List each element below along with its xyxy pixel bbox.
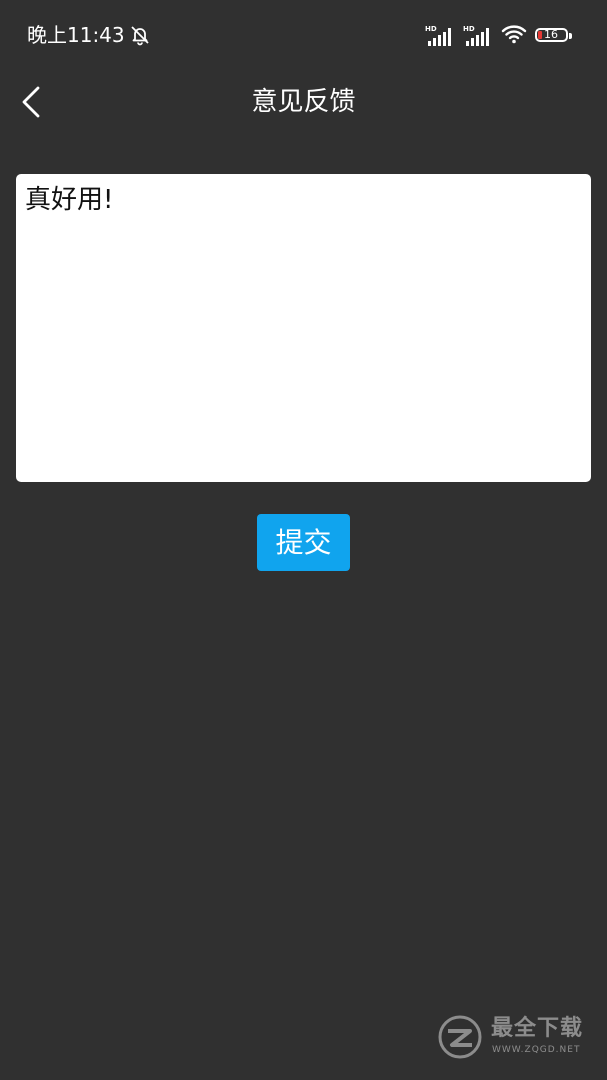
feedback-card [16,174,591,482]
page-title: 意见反馈 [251,87,356,117]
feedback-input[interactable] [25,182,582,474]
signal-icon: HD [425,25,455,47]
battery-fill [538,31,542,39]
status-time: 晚上11:43 [27,23,125,47]
bell-off-icon [129,24,151,46]
watermark-url: WWW.ZQGD.NET [492,1045,581,1055]
watermark-logo-icon [438,1015,482,1059]
submit-button[interactable]: 提交 [257,514,350,571]
status-bar: 晚上11:43 HD HD 16 [0,0,607,70]
battery-level: 16 [544,28,558,41]
watermark: 最全下载 WWW.ZQGD.NET [438,1013,588,1061]
signal-icon: HD [463,25,493,47]
watermark-name: 最全下载 [491,1016,584,1041]
battery-icon: 16 [535,26,575,46]
wifi-icon [501,23,527,49]
title-bar: 意见反馈 [0,70,607,134]
